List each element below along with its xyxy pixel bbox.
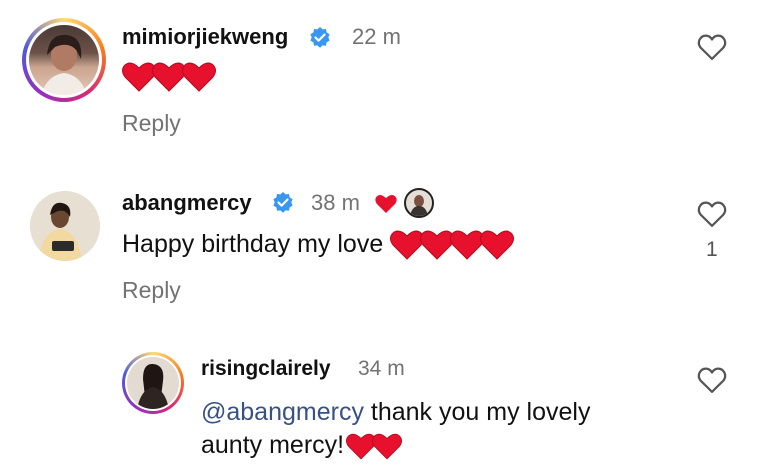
avatar-photo xyxy=(127,357,179,409)
reply-text-line-1: @abangmercy thank you my lovely xyxy=(201,398,591,426)
red-heart-emoji-icon xyxy=(372,433,403,460)
mention-link[interactable]: @abangmercy xyxy=(201,398,364,426)
avatar[interactable] xyxy=(122,352,184,414)
like-heart-icon[interactable] xyxy=(697,366,727,394)
reply-time: 34 m xyxy=(358,357,405,380)
reply-text-line-2: aunty mercy! xyxy=(201,431,403,460)
heart-emoji-group xyxy=(346,433,403,460)
reply-username[interactable]: risingclairely xyxy=(201,357,331,381)
reply-comment: risingclairely 34 m @abangmercy thank yo… xyxy=(0,0,768,476)
